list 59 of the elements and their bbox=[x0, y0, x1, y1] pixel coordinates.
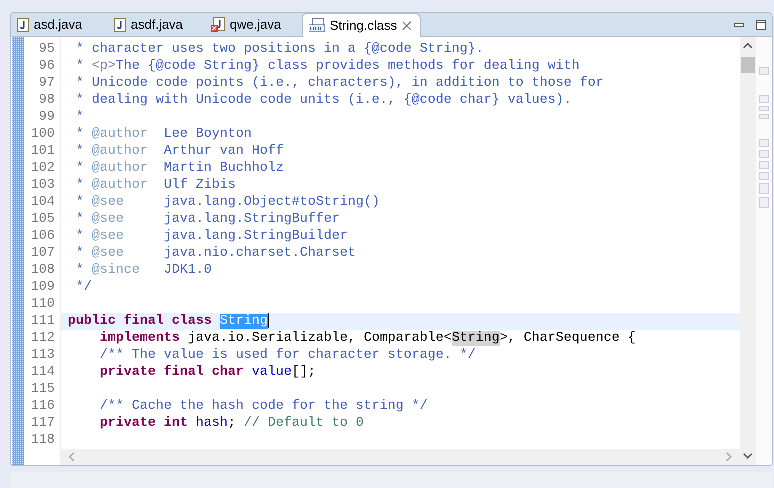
line-number: 107 bbox=[31, 245, 55, 262]
code-line: * @since JDK1.0 bbox=[74, 262, 213, 279]
scroll-down-icon[interactable] bbox=[743, 453, 753, 460]
code-line: * @author Arthur van Hoff bbox=[74, 143, 285, 160]
code-line: * bbox=[74, 109, 85, 126]
java-file-icon bbox=[17, 18, 29, 32]
line-number: 98 bbox=[39, 92, 55, 109]
code-line: * @author Martin Buchholz bbox=[74, 160, 285, 177]
scrollbar-thumb[interactable] bbox=[741, 57, 755, 73]
code-line: * @author Ulf Zibis bbox=[74, 177, 237, 194]
line-number: 113 bbox=[31, 347, 55, 364]
line-number: 111 bbox=[31, 313, 55, 330]
code-line: * @see java.lang.StringBuffer bbox=[74, 211, 341, 228]
line-number: 104 bbox=[31, 194, 55, 211]
java-file-icon bbox=[114, 18, 126, 32]
line-number: 101 bbox=[31, 143, 55, 160]
line-number: 114 bbox=[31, 364, 55, 381]
code-line: private int hash; // Default to 0 bbox=[98, 415, 365, 432]
line-number: 95 bbox=[39, 41, 55, 58]
maximize-icon[interactable] bbox=[756, 20, 766, 30]
line-number: 103 bbox=[31, 177, 55, 194]
code-line: * @see java.lang.Object#toString() bbox=[74, 194, 381, 211]
code-line: * character uses two positions in a {@code String}. bbox=[74, 41, 485, 58]
code-line: private final char value[]; bbox=[98, 364, 317, 381]
close-icon[interactable] bbox=[402, 20, 412, 30]
editor-tab[interactable]: asdf.java bbox=[108, 13, 205, 36]
java-file-error-icon bbox=[211, 17, 225, 32]
code-line: * @see java.lang.StringBuilder bbox=[74, 228, 349, 245]
code-line: * dealing with Unicode code units (i.e., {@code char} values). bbox=[74, 92, 573, 109]
line-number: 110 bbox=[31, 296, 55, 313]
code-line: */ bbox=[74, 279, 93, 296]
code-line: * @author Lee Boynton bbox=[74, 126, 253, 143]
line-number: 97 bbox=[39, 75, 55, 92]
line-number: 109 bbox=[31, 279, 55, 296]
editor-tab[interactable]: asd.java bbox=[11, 13, 108, 36]
line-number: 102 bbox=[31, 160, 55, 177]
editor-tab[interactable]: String.class bbox=[302, 13, 422, 37]
line-number: 117 bbox=[31, 415, 55, 432]
minimize-icon[interactable] bbox=[734, 22, 744, 26]
line-number: 99 bbox=[39, 109, 55, 126]
line-number: 108 bbox=[31, 262, 55, 279]
line-number: 96 bbox=[39, 58, 55, 75]
line-number: 118 bbox=[31, 432, 55, 449]
line-number: 116 bbox=[31, 398, 55, 415]
code-line: * Unicode code points (i.e., characters), in addition to those for bbox=[74, 75, 605, 92]
code-line: * @see java.nio.charset.Charset bbox=[74, 245, 357, 262]
code-line: * <p>The {@code String} class provides methods for dealing with bbox=[74, 58, 581, 75]
line-number: 115 bbox=[31, 381, 55, 398]
line-number: 106 bbox=[31, 228, 55, 245]
scroll-up-icon[interactable] bbox=[743, 43, 753, 49]
class-file-icon bbox=[309, 18, 325, 33]
code-line: implements java.io.Serializable, Comparable<String>, CharSequence { bbox=[98, 330, 637, 347]
code-line: /** The value is used for character storage. */ bbox=[98, 347, 477, 364]
code-line: /** Cache the hash code for the string */ bbox=[98, 398, 429, 415]
line-number: 105 bbox=[31, 211, 55, 228]
line-number: 112 bbox=[31, 330, 55, 347]
line-number: 100 bbox=[31, 126, 55, 143]
vertical-scrollbar[interactable] bbox=[740, 37, 756, 466]
editor-tab[interactable]: qwe.java bbox=[205, 13, 302, 36]
